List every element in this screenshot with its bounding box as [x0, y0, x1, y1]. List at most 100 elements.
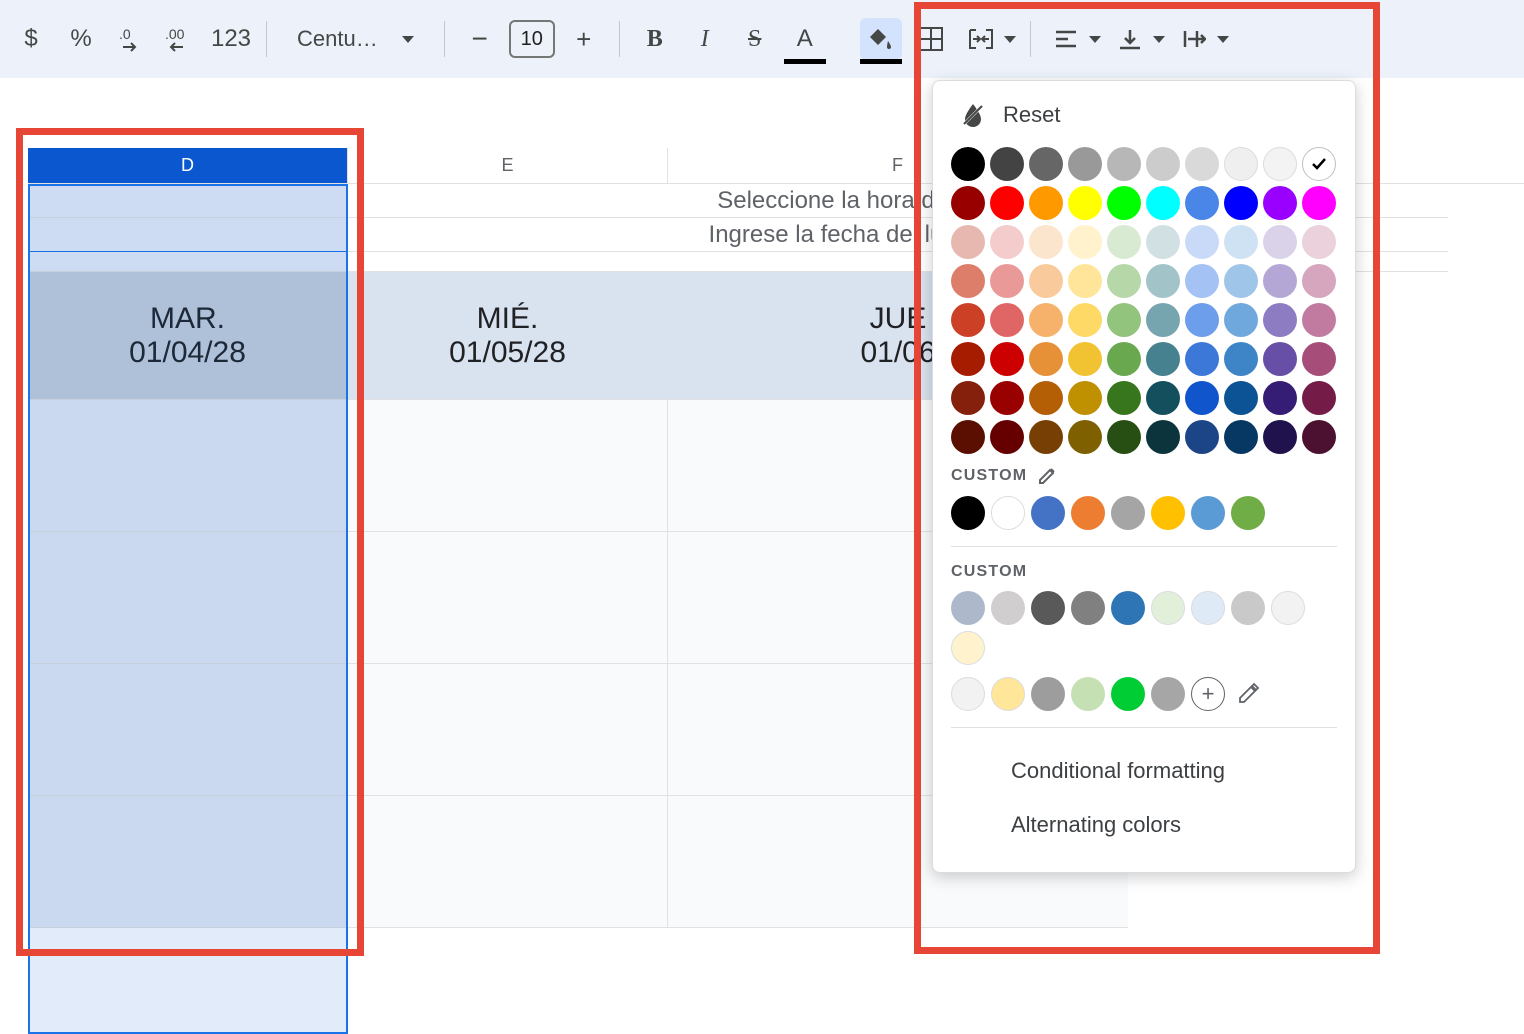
color-swatch[interactable]	[1146, 264, 1180, 298]
conditional-formatting-link[interactable]: Conditional formatting	[951, 744, 1337, 798]
color-swatch[interactable]	[1029, 342, 1063, 376]
color-swatch[interactable]	[1271, 591, 1305, 625]
color-swatch[interactable]	[951, 420, 985, 454]
color-swatch[interactable]	[1224, 186, 1258, 220]
color-swatch[interactable]	[1029, 381, 1063, 415]
day-header-tuesday[interactable]: MAR. 01/04/28	[28, 272, 348, 400]
color-swatch[interactable]	[1146, 147, 1180, 181]
color-swatch[interactable]	[1185, 186, 1219, 220]
color-swatch[interactable]	[1068, 264, 1102, 298]
decrease-font-button[interactable]: −	[459, 18, 501, 60]
color-swatch[interactable]	[1029, 420, 1063, 454]
color-swatch[interactable]	[1185, 303, 1219, 337]
percent-button[interactable]: %	[60, 18, 102, 60]
increase-font-button[interactable]: +	[563, 18, 605, 60]
color-swatch[interactable]	[1151, 591, 1185, 625]
color-swatch[interactable]	[1231, 496, 1265, 530]
color-swatch[interactable]	[1146, 225, 1180, 259]
column-header-e[interactable]: E	[348, 148, 668, 183]
color-swatch[interactable]	[1191, 496, 1225, 530]
color-swatch[interactable]	[1151, 496, 1185, 530]
color-swatch[interactable]	[1029, 303, 1063, 337]
color-swatch[interactable]	[1302, 264, 1336, 298]
edit-icon[interactable]	[1037, 466, 1057, 486]
color-swatch[interactable]	[1185, 381, 1219, 415]
color-swatch[interactable]	[1111, 591, 1145, 625]
color-swatch[interactable]	[1185, 342, 1219, 376]
add-custom-color-button[interactable]: +	[1191, 677, 1225, 711]
color-swatch[interactable]	[1068, 147, 1102, 181]
eyedropper-button[interactable]	[1231, 677, 1265, 711]
color-swatch[interactable]	[1068, 420, 1102, 454]
text-wrap-button[interactable]	[1173, 18, 1229, 60]
color-swatch[interactable]	[990, 264, 1024, 298]
color-swatch[interactable]	[1031, 496, 1065, 530]
alternating-colors-link[interactable]: Alternating colors	[951, 798, 1337, 852]
color-swatch[interactable]	[1302, 342, 1336, 376]
color-swatch[interactable]	[1224, 303, 1258, 337]
color-swatch[interactable]	[990, 225, 1024, 259]
day-header-wednesday[interactable]: MIÉ. 01/05/28	[348, 272, 668, 400]
color-swatch[interactable]	[1185, 225, 1219, 259]
color-swatch[interactable]	[991, 496, 1025, 530]
color-swatch[interactable]	[1151, 677, 1185, 711]
color-swatch[interactable]	[1068, 225, 1102, 259]
color-swatch[interactable]	[1302, 303, 1336, 337]
cell[interactable]	[348, 400, 668, 532]
color-swatch[interactable]	[1071, 677, 1105, 711]
currency-button[interactable]: $	[10, 18, 52, 60]
color-swatch[interactable]	[1031, 591, 1065, 625]
color-swatch[interactable]	[1071, 591, 1105, 625]
color-swatch[interactable]	[1224, 381, 1258, 415]
merge-cells-button[interactable]	[960, 18, 1016, 60]
color-swatch[interactable]	[1111, 677, 1145, 711]
color-swatch[interactable]	[990, 303, 1024, 337]
color-swatch[interactable]	[1302, 186, 1336, 220]
fill-color-button[interactable]	[860, 18, 902, 60]
color-swatch[interactable]	[1107, 225, 1141, 259]
cell[interactable]	[28, 532, 348, 664]
italic-button[interactable]: I	[684, 18, 726, 60]
increase-decimal-button[interactable]: .00	[160, 18, 202, 60]
more-formats-button[interactable]: 123	[210, 18, 252, 60]
color-swatch[interactable]	[1302, 147, 1336, 181]
color-swatch[interactable]	[1029, 147, 1063, 181]
color-swatch[interactable]	[1029, 186, 1063, 220]
color-swatch[interactable]	[1107, 420, 1141, 454]
color-swatch[interactable]	[951, 677, 985, 711]
borders-button[interactable]	[910, 18, 952, 60]
color-swatch[interactable]	[1107, 303, 1141, 337]
color-swatch[interactable]	[1107, 147, 1141, 181]
color-swatch[interactable]	[991, 677, 1025, 711]
color-swatch[interactable]	[1263, 381, 1297, 415]
color-swatch[interactable]	[1231, 591, 1265, 625]
color-swatch[interactable]	[990, 381, 1024, 415]
text-color-button[interactable]: A	[784, 18, 826, 60]
color-swatch[interactable]	[1263, 186, 1297, 220]
color-swatch[interactable]	[1068, 342, 1102, 376]
color-swatch[interactable]	[1107, 186, 1141, 220]
color-swatch[interactable]	[951, 303, 985, 337]
color-swatch[interactable]	[1185, 264, 1219, 298]
color-swatch[interactable]	[951, 186, 985, 220]
color-swatch[interactable]	[1068, 303, 1102, 337]
font-size-input[interactable]: 10	[509, 20, 555, 58]
font-selector[interactable]: Centu…	[281, 18, 430, 60]
cell[interactable]	[28, 184, 348, 218]
color-swatch[interactable]	[1263, 225, 1297, 259]
color-swatch[interactable]	[1263, 303, 1297, 337]
color-swatch[interactable]	[951, 342, 985, 376]
bold-button[interactable]: B	[634, 18, 676, 60]
color-swatch[interactable]	[1224, 420, 1258, 454]
color-swatch[interactable]	[1107, 264, 1141, 298]
color-swatch[interactable]	[1185, 420, 1219, 454]
color-swatch[interactable]	[1263, 264, 1297, 298]
color-swatch[interactable]	[1224, 264, 1258, 298]
color-swatch[interactable]	[1111, 496, 1145, 530]
color-swatch[interactable]	[951, 381, 985, 415]
cell[interactable]	[348, 664, 668, 796]
color-swatch[interactable]	[1146, 303, 1180, 337]
color-swatch[interactable]	[951, 591, 985, 625]
strikethrough-button[interactable]: S	[734, 18, 776, 60]
color-swatch[interactable]	[1068, 186, 1102, 220]
